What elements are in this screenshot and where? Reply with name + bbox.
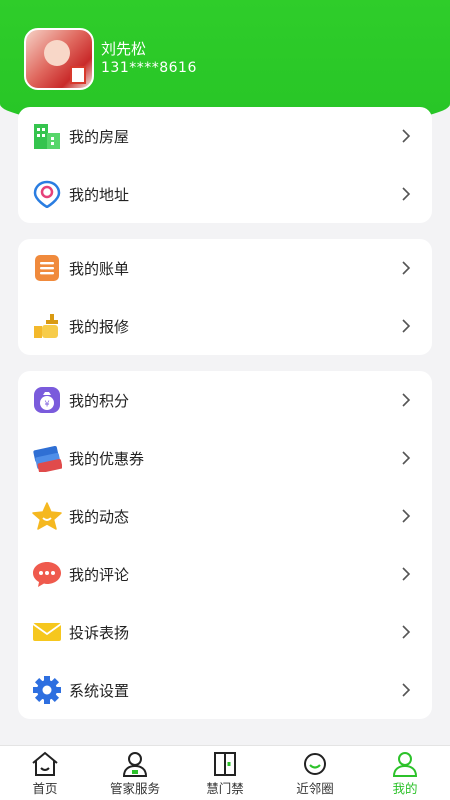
menu-item-my-bills[interactable]: 我的账单 [18, 239, 432, 297]
tab-label: 近邻圈 [296, 781, 334, 796]
person-icon [392, 752, 418, 777]
coupon-icon [33, 446, 62, 472]
tab-butler-service[interactable]: 管家服务 [90, 746, 180, 800]
repair-icon [34, 314, 58, 338]
neighbor-circle-icon [304, 753, 326, 775]
envelope-icon [32, 623, 62, 641]
tab-home[interactable]: 首页 [0, 746, 90, 800]
chevron-right-icon [402, 509, 411, 523]
chevron-right-icon [402, 129, 411, 143]
menu-item-my-repairs[interactable]: 我的报修 [18, 297, 432, 355]
tab-label: 管家服务 [109, 781, 160, 796]
bill-icon [35, 255, 59, 281]
door-icon [214, 752, 236, 776]
home-icon [32, 751, 58, 776]
menu-item-my-posts[interactable]: 我的动态 [18, 487, 432, 545]
menu-item-label: 系统设置 [69, 682, 130, 700]
gear-icon [33, 676, 61, 704]
menu-item-my-address[interactable]: 我的地址 [18, 165, 432, 223]
menu-item-my-comments[interactable]: 我的评论 [18, 545, 432, 603]
menu-item-label: 我的地址 [69, 186, 130, 204]
menu-item-my-coupons[interactable]: 我的优惠券 [18, 429, 432, 487]
star-icon [32, 502, 62, 530]
user-name: 刘先松 [101, 40, 147, 58]
svg-text:¥: ¥ [44, 400, 49, 409]
tab-neighbor-circle[interactable]: 近邻圈 [270, 746, 360, 800]
bottom-tab-bar: 首页 管家服务 慧门禁 近邻圈 我的 [0, 745, 450, 800]
menu-item-feedback[interactable]: 投诉表扬 [18, 603, 432, 661]
menu-item-label: 我的动态 [69, 508, 130, 526]
chevron-right-icon [402, 187, 411, 201]
menu-item-label: 我的评论 [69, 566, 130, 584]
chevron-right-icon [402, 393, 411, 407]
tab-smart-access[interactable]: 慧门禁 [180, 746, 270, 800]
user-phone: 131****8616 [101, 60, 197, 76]
menu-item-my-house[interactable]: 我的房屋 [18, 107, 432, 165]
tab-label: 首页 [32, 781, 58, 796]
chevron-right-icon [402, 683, 411, 697]
location-pin-icon [33, 180, 61, 208]
tab-label: 我的 [392, 781, 418, 796]
butler-icon [122, 752, 148, 777]
menu-group-services: 我的账单 我的报修 [18, 239, 432, 355]
points-bag-icon: ¥ [34, 387, 60, 413]
building-icon [34, 124, 60, 149]
avatar[interactable] [24, 28, 94, 90]
tab-mine[interactable]: 我的 [360, 746, 450, 800]
chevron-right-icon [402, 625, 411, 639]
comment-icon [33, 562, 61, 587]
chevron-right-icon [402, 567, 411, 581]
chevron-right-icon [402, 451, 411, 465]
menu-group-property: 我的房屋 我的地址 [18, 107, 432, 223]
tab-label: 慧门禁 [206, 781, 244, 796]
menu-item-my-points[interactable]: ¥ 我的积分 [18, 371, 432, 429]
menu-item-label: 我的报修 [69, 318, 130, 336]
menu-item-label: 我的房屋 [69, 128, 130, 146]
menu-item-label: 投诉表扬 [69, 624, 130, 642]
menu-item-label: 我的账单 [69, 260, 130, 278]
menu-item-label: 我的积分 [69, 392, 130, 410]
menu-item-settings[interactable]: 系统设置 [18, 661, 432, 719]
menu-group-account: ¥ 我的积分 我的优惠券 我的动态 我的评论 投诉表扬 系统设置 [18, 371, 432, 719]
menu-item-label: 我的优惠券 [69, 450, 145, 468]
chevron-right-icon [402, 319, 411, 333]
chevron-right-icon [402, 261, 411, 275]
